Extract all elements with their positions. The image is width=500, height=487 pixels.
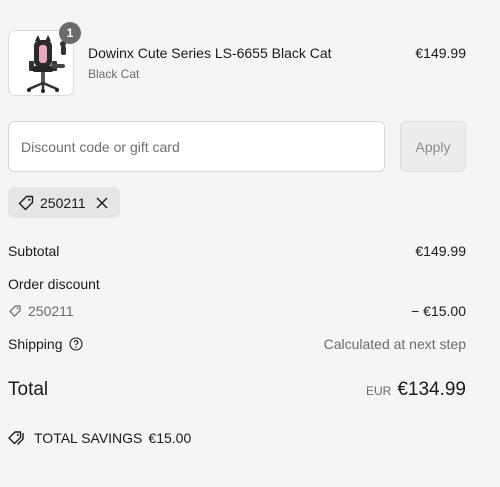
- close-icon: [96, 197, 108, 208]
- shipping-row: Shipping Calculated at next step: [8, 336, 466, 352]
- tag-icon: [18, 195, 34, 210]
- product-price: €149.99: [415, 45, 466, 61]
- apply-button[interactable]: Apply: [400, 121, 466, 172]
- discount-code-input[interactable]: [8, 121, 385, 172]
- discount-code-display: 250211: [8, 303, 466, 319]
- currency-code: EUR: [365, 384, 392, 398]
- help-icon[interactable]: [68, 337, 83, 351]
- subtotal-row: Subtotal €149.99: [8, 243, 466, 259]
- gaming-chair-icon: [27, 35, 66, 93]
- subtotal-label: Subtotal: [8, 243, 60, 259]
- total-amount-group: EUR €134.99: [366, 379, 466, 401]
- product-line-item: 1 Dowinx Cute Series LS-6655 Black Cat B…: [8, 22, 466, 96]
- total-savings: TOTAL SAVINGS €15.00: [8, 430, 191, 446]
- order-discount-label: Order discount: [8, 276, 100, 292]
- quantity-badge: 1: [59, 22, 81, 44]
- savings-value: €15.00: [148, 430, 192, 446]
- savings-label: TOTAL SAVINGS: [34, 430, 143, 446]
- shipping-label: Shipping: [8, 336, 63, 352]
- applied-discount-code: 250211: [40, 194, 86, 211]
- discount-value: − €15.00: [411, 303, 466, 319]
- remove-discount-button[interactable]: [95, 196, 109, 210]
- product-name: Dowinx Cute Series LS-6655 Black Cat: [88, 45, 332, 61]
- applied-discount-chip: 250211: [8, 187, 120, 218]
- savings-tag-icon: [8, 431, 24, 445]
- total-value: €134.99: [397, 379, 466, 400]
- subtotal-value: €149.99: [415, 243, 466, 259]
- tag-icon: [9, 305, 21, 317]
- discount-detail-row: 250211 − €15.00: [8, 303, 466, 319]
- shipping-value: Calculated at next step: [323, 336, 466, 352]
- discount-code-text: 250211: [28, 303, 74, 319]
- order-discount-row: Order discount: [8, 276, 466, 292]
- total-label: Total: [8, 379, 49, 400]
- product-variant: Black Cat: [88, 67, 140, 81]
